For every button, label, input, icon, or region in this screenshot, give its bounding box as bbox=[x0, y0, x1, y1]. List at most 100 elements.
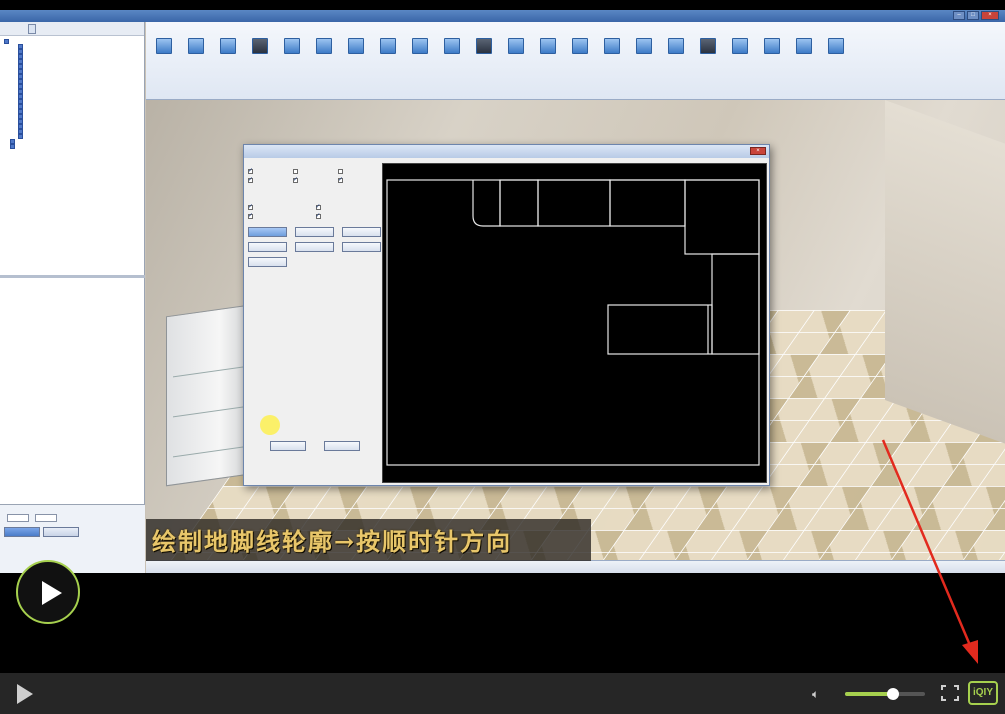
ribbon-tool-button bbox=[344, 38, 368, 56]
group2-checkboxes bbox=[248, 203, 382, 219]
tool-icon bbox=[476, 38, 492, 54]
ribbon-tool-button bbox=[152, 38, 176, 56]
menu-bar bbox=[146, 22, 1005, 36]
video-frame[interactable]: – □ × × ✓ ✓ ✓ ✓ ✓ ✓ ✓ ✓ 绘制地脚线轮廓→按顺时针方向 bbox=[0, 10, 1005, 573]
big-play-icon[interactable] bbox=[16, 560, 80, 624]
video-player: – □ × × ✓ ✓ ✓ ✓ ✓ ✓ ✓ ✓ 绘制地脚线轮廓→按顺时针方向 🔈… bbox=[0, 0, 1005, 714]
ribbon-tool-button bbox=[600, 38, 624, 56]
outline-cabinet-5 bbox=[711, 253, 760, 355]
tool-icon bbox=[732, 38, 748, 54]
ribbon-tool-button bbox=[376, 38, 400, 56]
prop-field1 bbox=[7, 514, 29, 522]
iqiyi-logo[interactable]: iQIY bbox=[968, 681, 998, 705]
volume-knob[interactable] bbox=[887, 688, 899, 700]
player-letterbox bbox=[0, 573, 1005, 673]
checkbox bbox=[248, 167, 291, 174]
cancel-button bbox=[324, 441, 360, 451]
tool-icon bbox=[828, 38, 844, 54]
app-title-bar: – □ × bbox=[0, 10, 1005, 22]
ribbon-toolbar bbox=[146, 22, 1005, 100]
tool-icon bbox=[796, 38, 812, 54]
checkbox-box bbox=[248, 212, 253, 219]
prop-field2 bbox=[35, 514, 57, 522]
tool-icon bbox=[540, 38, 556, 54]
checkbox-box bbox=[248, 176, 253, 183]
status-bar bbox=[146, 560, 1005, 573]
fullscreen-icon[interactable] bbox=[940, 684, 960, 702]
folder-icon bbox=[4, 39, 9, 44]
tree-panel-header bbox=[0, 22, 144, 36]
ribbon-tool-button bbox=[248, 38, 272, 56]
prop-button-1 bbox=[4, 527, 40, 537]
product-tree bbox=[0, 36, 144, 152]
checkbox-box bbox=[293, 169, 298, 174]
tool-icon bbox=[188, 38, 204, 54]
dialog-action-row bbox=[270, 441, 360, 451]
checkbox bbox=[248, 203, 314, 210]
tool-icon bbox=[764, 38, 780, 54]
folder-icon bbox=[10, 144, 15, 149]
tool-icon bbox=[380, 38, 396, 54]
panel-divider bbox=[0, 275, 145, 278]
ribbon-tool-button bbox=[760, 38, 784, 56]
folder-icon bbox=[18, 134, 23, 139]
checkbox bbox=[248, 176, 291, 183]
checkbox-box bbox=[315, 212, 321, 219]
ribbon-tool-button bbox=[792, 38, 816, 56]
checkbox-box bbox=[293, 176, 298, 183]
outline-cabinet-2 bbox=[537, 179, 611, 227]
window-controls: – □ × bbox=[953, 11, 999, 20]
tool-icon bbox=[444, 38, 460, 54]
ribbon-tool-button bbox=[728, 38, 752, 56]
group1-checkboxes bbox=[248, 167, 381, 183]
tool-icon bbox=[412, 38, 428, 54]
operation-button bbox=[295, 242, 334, 252]
outline-corner-curve bbox=[472, 180, 501, 227]
close-icon: × bbox=[981, 11, 999, 20]
checkbox-box bbox=[315, 203, 321, 210]
dialog-close-icon: × bbox=[750, 147, 766, 155]
ribbon-tool-button bbox=[632, 38, 656, 56]
tool-icon bbox=[220, 38, 236, 54]
checkbox-box bbox=[248, 203, 253, 210]
operation-button bbox=[295, 227, 334, 237]
play-icon[interactable] bbox=[17, 684, 33, 704]
checkbox bbox=[293, 176, 336, 183]
ribbon-tool-button bbox=[472, 38, 496, 56]
checkbox bbox=[248, 212, 314, 219]
tree-node bbox=[4, 144, 140, 149]
room-outline-drawing bbox=[386, 179, 760, 466]
ribbon-tool-button bbox=[504, 38, 528, 56]
operation-button bbox=[248, 257, 287, 267]
operation-button bbox=[248, 227, 287, 237]
volume-icon[interactable]: 🔈︎ bbox=[812, 686, 832, 702]
player-control-bar: 🔈︎ iQIY bbox=[0, 673, 1005, 714]
ribbon-tool-button bbox=[568, 38, 592, 56]
video-subtitle: 绘制地脚线轮廓→按顺时针方向 bbox=[152, 527, 513, 556]
ribbon-tool-button bbox=[184, 38, 208, 56]
prop-button-2 bbox=[43, 527, 79, 537]
ribbon-tool-button bbox=[280, 38, 304, 56]
ribbon-tool-button bbox=[312, 38, 336, 56]
checkbox bbox=[338, 176, 381, 183]
sub-toolbar bbox=[146, 84, 1005, 98]
checkbox-box bbox=[338, 169, 343, 174]
dialog-options bbox=[248, 161, 381, 483]
tool-icon bbox=[284, 38, 300, 54]
checkbox bbox=[293, 169, 336, 174]
tool-icon bbox=[604, 38, 620, 54]
checkbox-box bbox=[338, 176, 343, 183]
ribbon-tool-button bbox=[824, 38, 848, 56]
outline-cabinet-6 bbox=[607, 304, 713, 355]
outline-cabinet-3 bbox=[609, 179, 686, 227]
tool-icon bbox=[572, 38, 588, 54]
tool-icon bbox=[316, 38, 332, 54]
maximize-icon: □ bbox=[967, 11, 979, 20]
ribbon-tool-button bbox=[216, 38, 240, 56]
checkbox bbox=[315, 212, 382, 219]
tree-panel-button bbox=[28, 23, 36, 34]
operation-button bbox=[342, 227, 381, 237]
generate-baseboard-dialog: × bbox=[243, 144, 770, 486]
product-tree-panel bbox=[0, 22, 145, 573]
volume-slider[interactable] bbox=[845, 688, 925, 700]
